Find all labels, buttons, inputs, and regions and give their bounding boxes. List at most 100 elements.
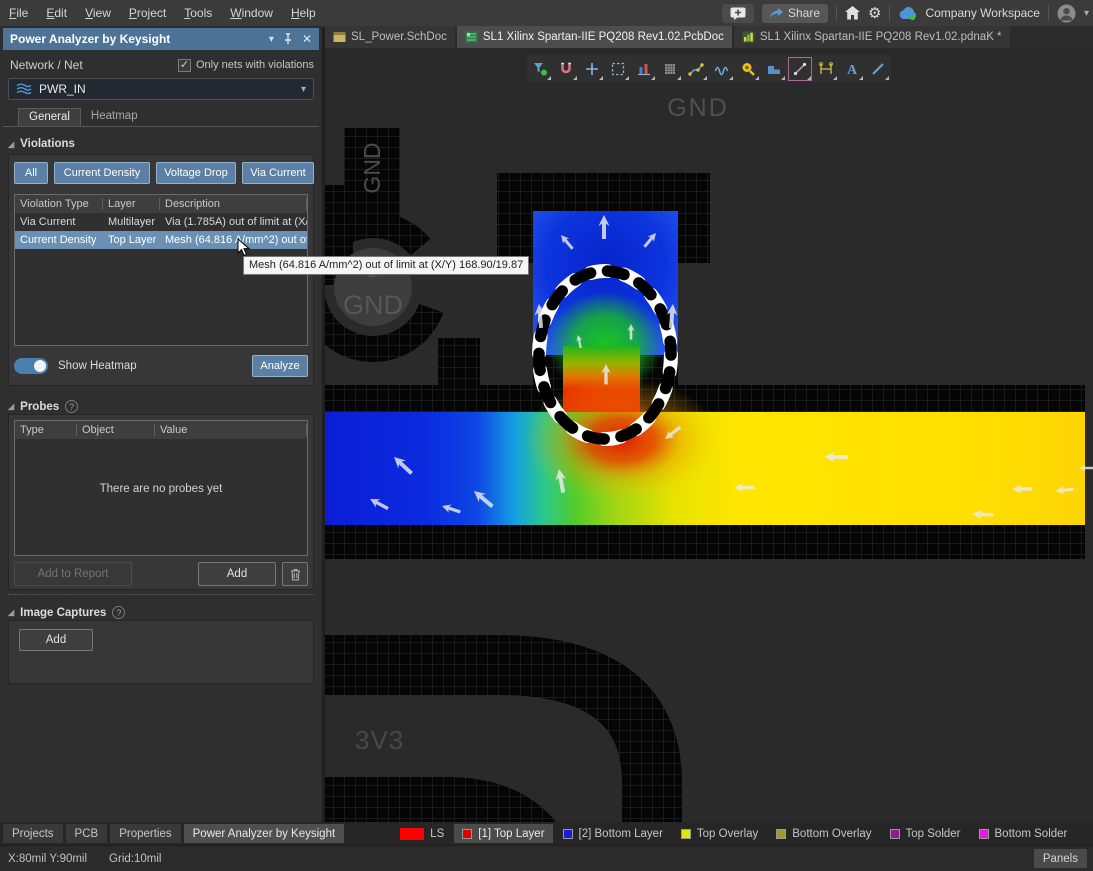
net-tuning-icon[interactable]	[709, 56, 735, 82]
layer-current[interactable]: LS	[392, 824, 452, 843]
layer-tab-top-layer[interactable]: [1] Top Layer	[454, 824, 552, 843]
selected-net-name: PWR_IN	[39, 82, 294, 96]
cell-layer: Multilayer	[103, 216, 160, 228]
layer-tab-top-overlay[interactable]: Top Overlay	[673, 824, 766, 843]
measure-icon[interactable]	[787, 56, 813, 82]
filter-all-button[interactable]: All	[14, 162, 48, 184]
home-icon[interactable]	[845, 6, 860, 20]
violation-row-via-current[interactable]: Via Current Multilayer Via (1.785A) out …	[15, 213, 307, 231]
doc-tab-label: SL1 Xilinx Spartan-IIE PQ208 Rev1.02.Pcb…	[483, 31, 724, 43]
pin-icon[interactable]	[283, 33, 293, 45]
add-to-report-button[interactable]: Add to Report	[14, 562, 132, 586]
pcb-editor-canvas[interactable]: GND GND 2 GND 3V3	[325, 48, 1093, 822]
tab-heatmap[interactable]: Heatmap	[81, 108, 148, 126]
pcb-view[interactable]: GND GND 2 GND 3V3	[325, 48, 1093, 822]
layer-color-swatch	[400, 828, 424, 840]
net-icon	[16, 83, 32, 95]
interactive-routing-icon[interactable]	[683, 56, 709, 82]
layer-color-swatch	[979, 829, 989, 839]
layer-tab-bottom-overlay[interactable]: Bottom Overlay	[768, 824, 879, 843]
gnd-net-label-side: GND	[359, 142, 385, 193]
filter-current-density-button[interactable]: Current Density	[54, 162, 150, 184]
gear-icon[interactable]: ⚙	[868, 6, 881, 21]
select-area-icon[interactable]	[605, 56, 631, 82]
analyze-button[interactable]: Analyze	[252, 355, 308, 377]
doc-tab-pdna[interactable]: SL1 Xilinx Spartan-IIE PQ208 Rev1.02.pdn…	[734, 26, 1010, 48]
cursor-coordinates: X:80mil Y:90mil	[8, 853, 87, 865]
show-heatmap-toggle[interactable]	[14, 358, 48, 374]
net-select[interactable]: PWR_IN ▾	[8, 78, 314, 100]
panel-tab-projects[interactable]: Projects	[3, 824, 63, 843]
layer-label: [2] Bottom Layer	[579, 828, 663, 840]
tab-general[interactable]: General	[18, 108, 81, 126]
layer-tab-bottom-layer[interactable]: [2] Bottom Layer	[555, 824, 671, 843]
add-image-capture-button[interactable]: Add	[19, 629, 93, 651]
menu-view[interactable]: View	[76, 0, 120, 26]
image-captures-section-header[interactable]: ◢ Image Captures ?	[8, 606, 125, 619]
violations-table-header[interactable]: Violation Type Layer Description	[15, 195, 307, 213]
panels-button[interactable]: Panels	[1034, 849, 1087, 868]
avatar-dropdown-caret[interactable]: ▾	[1084, 8, 1089, 19]
comment-plus-icon	[730, 7, 746, 20]
trash-icon	[290, 568, 301, 581]
divider	[836, 5, 837, 21]
only-violations-checkbox[interactable]: ✓	[178, 59, 191, 72]
toggle-knob	[34, 360, 46, 372]
dimension-icon[interactable]	[813, 56, 839, 82]
probes-help-icon[interactable]: ?	[65, 400, 78, 413]
panel-menu-caret-icon[interactable]: ▾	[269, 34, 274, 45]
image-captures-group: Add	[8, 620, 314, 684]
via-icon[interactable]	[735, 56, 761, 82]
probes-table-header[interactable]: Type Object Value	[15, 421, 307, 439]
polygon-pour-icon[interactable]	[761, 56, 787, 82]
delete-probe-button[interactable]	[282, 562, 308, 586]
network-net-label: Network / Net	[10, 58, 83, 72]
line-icon[interactable]	[865, 56, 891, 82]
violation-filter-buttons: All Current Density Voltage Drop Via Cur…	[14, 162, 308, 184]
col-type[interactable]: Type	[15, 424, 77, 436]
panel-tab-pcb[interactable]: PCB	[66, 824, 108, 843]
col-layer[interactable]: Layer	[103, 198, 160, 210]
add-probe-button[interactable]: Add	[198, 562, 276, 586]
panel-tab-power-analyzer[interactable]: Power Analyzer by Keysight	[184, 824, 345, 843]
col-value[interactable]: Value	[155, 424, 307, 436]
violation-row-current-density[interactable]: Current Density Top Layer Mesh (64.816 A…	[15, 231, 307, 249]
layer-tab-bottom-solder[interactable]: Bottom Solder	[971, 824, 1076, 843]
doc-tab-label: SL_Power.SchDoc	[351, 31, 447, 43]
panel-header[interactable]: Power Analyzer by Keysight ▾ ✕	[3, 28, 319, 50]
magnet-snap-icon[interactable]	[553, 56, 579, 82]
close-icon[interactable]: ✕	[302, 32, 312, 46]
menu-window[interactable]: Window	[221, 0, 282, 26]
menu-help[interactable]: Help	[282, 0, 325, 26]
move-icon[interactable]	[579, 56, 605, 82]
pdn-analyzer-icon	[742, 31, 755, 43]
placement-icon[interactable]	[631, 56, 657, 82]
menu-edit[interactable]: Edit	[37, 0, 76, 26]
string-text-icon[interactable]: A	[839, 56, 865, 82]
share-button[interactable]: Share	[762, 4, 828, 23]
user-avatar[interactable]	[1057, 4, 1076, 23]
filter-via-current-button[interactable]: Via Current	[242, 162, 314, 184]
violations-section-header[interactable]: ◢ Violations	[8, 138, 75, 150]
only-violations-checkbox-group[interactable]: ✓ Only nets with violations	[178, 59, 314, 72]
image-captures-help-icon[interactable]: ?	[112, 606, 125, 619]
col-description[interactable]: Description	[160, 198, 307, 210]
cell-type: Via Current	[15, 216, 103, 228]
net-filter-icon[interactable]	[527, 56, 553, 82]
menu-file[interactable]: File	[0, 0, 37, 26]
layer-tab-top-solder[interactable]: Top Solder	[882, 824, 969, 843]
panel-tab-properties[interactable]: Properties	[110, 824, 180, 843]
doc-tab-pcbdoc[interactable]: SL1 Xilinx Spartan-IIE PQ208 Rev1.02.Pcb…	[457, 26, 732, 48]
col-object[interactable]: Object	[77, 424, 155, 436]
col-violation-type[interactable]: Violation Type	[15, 198, 103, 210]
doc-tab-schdoc[interactable]: SL_Power.SchDoc	[325, 26, 455, 48]
probes-section-header[interactable]: ◢ Probes ?	[8, 400, 78, 413]
filter-voltage-drop-button[interactable]: Voltage Drop	[156, 162, 236, 184]
menu-project[interactable]: Project	[120, 0, 175, 26]
bottom-panel-tab-bar: Projects PCB Properties Power Analyzer b…	[0, 822, 1093, 845]
workspace-label[interactable]: Company Workspace	[925, 6, 1040, 20]
layer-tab-bar: LS [1] Top Layer [2] Bottom Layer Top Ov…	[392, 824, 1075, 843]
comment-button[interactable]	[722, 4, 754, 23]
menu-tools[interactable]: Tools	[175, 0, 221, 26]
component-icon[interactable]	[657, 56, 683, 82]
